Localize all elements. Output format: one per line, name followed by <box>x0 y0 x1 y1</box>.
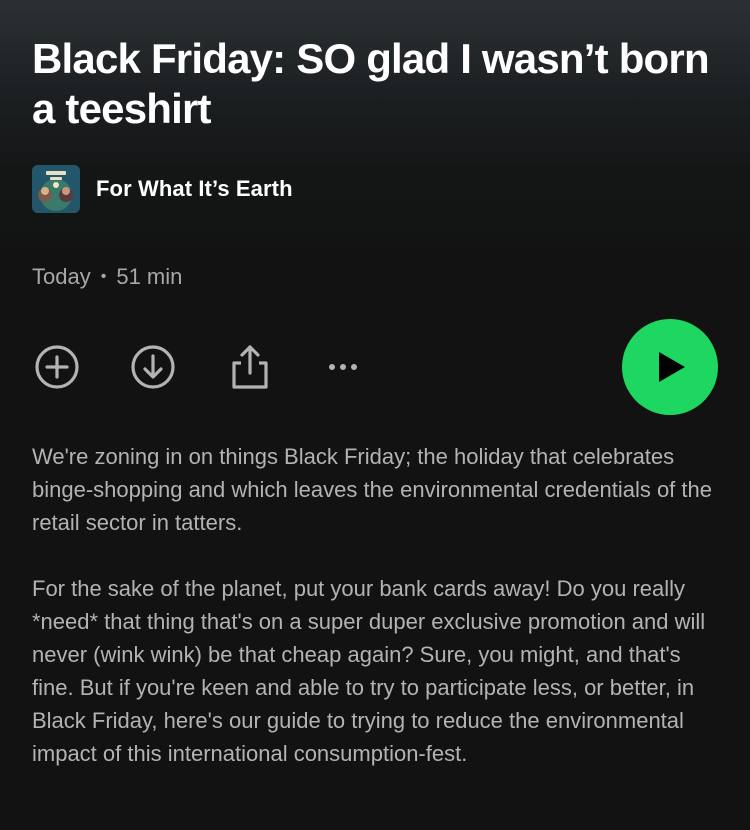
show-name: For What It’s Earth <box>96 176 293 201</box>
more-horizontal-icon <box>329 364 357 370</box>
episode-page: Black Friday: SO glad I wasn’t born a te… <box>0 0 750 830</box>
more-options-button[interactable] <box>318 342 368 392</box>
play-button[interactable] <box>622 319 718 415</box>
description-paragraph: For the sake of the planet, put your ban… <box>32 576 706 766</box>
episode-title: Black Friday: SO glad I wasn’t born a te… <box>32 35 710 132</box>
release-date: Today <box>32 264 91 289</box>
description-paragraph: We're zoning in on things Black Friday; … <box>32 444 712 535</box>
meta-separator: • <box>100 268 107 285</box>
add-to-library-button[interactable] <box>32 342 82 392</box>
episode-description: We're zoning in on things Black Friday; … <box>32 440 722 770</box>
download-button[interactable] <box>128 342 178 392</box>
show-cover-image <box>32 165 80 213</box>
play-icon <box>659 352 685 382</box>
show-link[interactable]: For What It’s Earth <box>32 165 293 213</box>
episode-meta: Today • 51 min <box>32 264 182 290</box>
share-button[interactable] <box>224 342 274 392</box>
episode-duration: 51 min <box>116 264 183 289</box>
share-icon <box>232 345 268 389</box>
download-circle-icon <box>131 345 175 389</box>
episode-actions <box>32 342 718 392</box>
plus-circle-icon <box>35 345 79 389</box>
